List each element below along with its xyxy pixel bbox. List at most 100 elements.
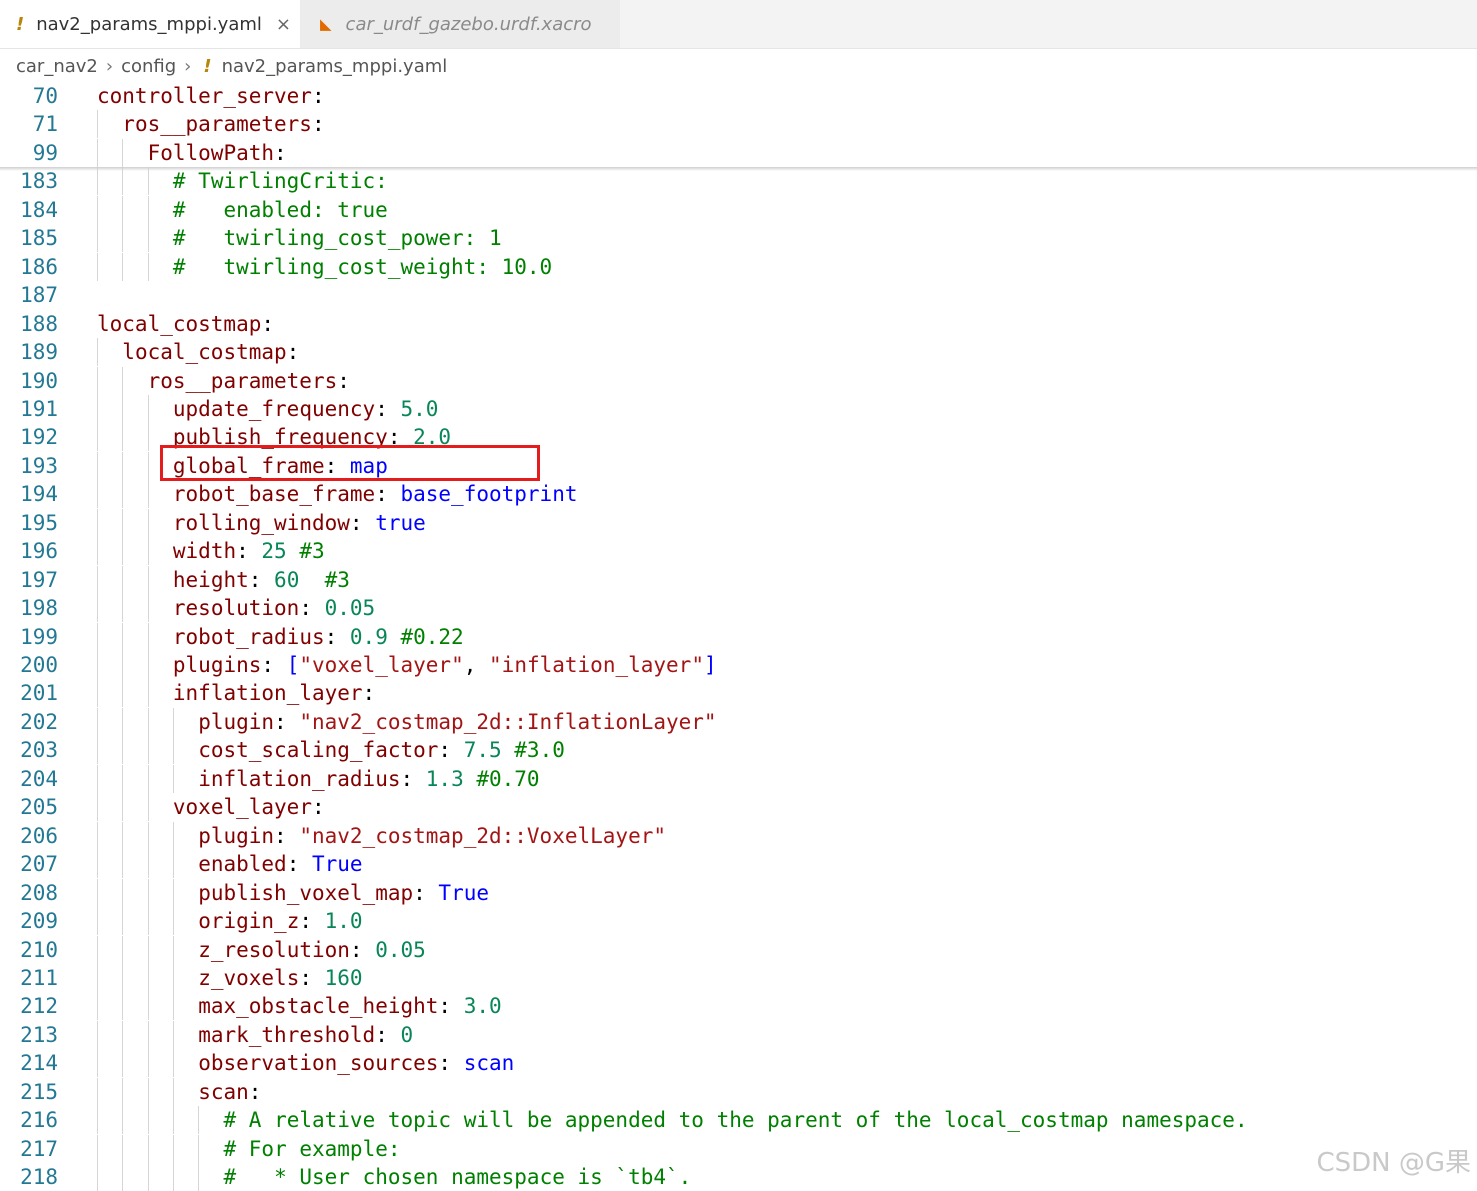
- code-line[interactable]: 188 local_costmap:: [0, 310, 1477, 338]
- line-number: 188: [20, 311, 58, 336]
- code-token: ros__parameters: [147, 368, 338, 393]
- line-number: 198: [20, 596, 58, 621]
- code-line[interactable]: 206 plugin: "nav2_costmap_2d::VoxelLayer": [0, 821, 1477, 850]
- breadcrumb-item[interactable]: config: [121, 56, 176, 77]
- code-token: local_costmap: [122, 340, 287, 365]
- code-line[interactable]: 198 resolution: 0.05: [0, 594, 1477, 623]
- breadcrumb-item[interactable]: nav2_params_mppi.yaml: [222, 56, 448, 77]
- close-icon[interactable]: ×: [276, 14, 291, 35]
- code-line[interactable]: 201 inflation_layer:: [0, 679, 1477, 708]
- code-line[interactable]: 194 robot_base_frame: base_footprint: [0, 480, 1477, 509]
- code-text: # A relative topic will be appended to t…: [224, 1106, 1248, 1134]
- code-line[interactable]: 71 ros__parameters:: [0, 110, 1477, 139]
- indent-guide: [97, 110, 98, 139]
- code-line[interactable]: 205 voxel_layer:: [0, 793, 1477, 822]
- code-text: inflation_layer:: [173, 679, 375, 707]
- code-line[interactable]: 207 enabled: True: [0, 850, 1477, 879]
- code-line[interactable]: 214 observation_sources: scan: [0, 1049, 1477, 1078]
- breadcrumb-item[interactable]: car_nav2: [16, 56, 98, 77]
- indent-guide: [97, 622, 98, 651]
- indent-guide: [122, 195, 124, 224]
- code-token: :: [236, 539, 262, 564]
- code-token: :: [311, 795, 325, 820]
- code-text: # * User chosen namespace is `tb4`.: [224, 1163, 692, 1191]
- code-token: 60: [274, 567, 300, 592]
- code-text: rolling_window: true: [173, 509, 426, 537]
- code-line[interactable]: 185 # twirling_cost_power: 1: [0, 224, 1477, 253]
- code-line[interactable]: 218 # * User chosen namespace is `tb4`.: [0, 1163, 1477, 1191]
- code-line[interactable]: 189 local_costmap:: [0, 338, 1477, 367]
- code-line[interactable]: 204 inflation_radius: 1.3 #0.70: [0, 764, 1477, 793]
- indent-guide: [97, 1077, 98, 1106]
- indent-guide: [97, 480, 98, 509]
- code-line[interactable]: 200 plugins: ["voxel_layer", "inflation_l…: [0, 651, 1477, 679]
- line-number: 206: [20, 823, 58, 848]
- code-text: resolution: 0.05: [173, 594, 375, 622]
- code-line[interactable]: 186 # twirling_cost_weight: 10.0: [0, 252, 1477, 281]
- indent-guide: [122, 394, 124, 423]
- code-line[interactable]: 184 # enabled: true: [0, 195, 1477, 224]
- code-line[interactable]: 99 FollowPath:: [0, 138, 1477, 167]
- indent-guide: [147, 1020, 149, 1049]
- line-number: 191: [20, 396, 58, 421]
- code-line[interactable]: 199 robot_radius: 0.9 #0.22: [0, 622, 1477, 651]
- code-line[interactable]: 196 width: 25 #3: [0, 537, 1477, 566]
- indent-guide: [147, 508, 149, 537]
- indent-guide: [97, 878, 98, 907]
- indent-guide: [97, 992, 98, 1021]
- code-token: 0.05: [324, 596, 376, 621]
- tab-label: car_urdf_gazebo.urdf.xacro: [345, 13, 592, 35]
- code-text: publish_voxel_map: True: [198, 879, 489, 907]
- code-line[interactable]: 203 cost_scaling_factor: 7.5 #3.0: [0, 736, 1477, 765]
- code-text: robot_radius: 0.9 #0.22: [173, 623, 464, 651]
- tab-urdf-xacro[interactable]: ◣ car_urdf_gazebo.urdf.xacro: [300, 0, 620, 48]
- indent-guide: [172, 1049, 174, 1078]
- code-line[interactable]: 183 # TwirlingCritic:: [0, 167, 1477, 196]
- indent-guide: [122, 1106, 124, 1135]
- indent-guide: [122, 508, 124, 537]
- line-number: 195: [20, 510, 58, 535]
- code-text: plugins: ["voxel_layer", "inflation_laye…: [173, 651, 717, 679]
- code-line[interactable]: 216 # A relative topic will be appended t…: [0, 1106, 1477, 1135]
- code-text: inflation_radius: 1.3 #0.70: [198, 765, 539, 793]
- code-line[interactable]: 210 z_resolution: 0.05: [0, 935, 1477, 964]
- code-token: True: [312, 852, 363, 877]
- code-line[interactable]: 197 height: 60 #3: [0, 565, 1477, 594]
- code-editor[interactable]: 70 controller_server: 71 ros__parameters: 99…: [0, 82, 1477, 1191]
- code-line[interactable]: 215 scan:: [0, 1077, 1477, 1106]
- code-line[interactable]: 191 update_frequency: 5.0: [0, 394, 1477, 423]
- indent-guide: [97, 508, 98, 537]
- code-token: z_resolution: [198, 937, 350, 962]
- code-line[interactable]: 209 origin_z: 1.0: [0, 907, 1477, 936]
- code-token: local_costmap: [97, 311, 262, 336]
- code-line[interactable]: 211 z_voxels: 160: [0, 963, 1477, 992]
- indent-guide: [147, 167, 149, 196]
- code-line[interactable]: 213 mark_threshold: 0: [0, 1020, 1477, 1049]
- code-token: :: [261, 653, 287, 677]
- code-line[interactable]: 217 # For example:: [0, 1134, 1477, 1163]
- line-number: 192: [20, 425, 58, 450]
- indent-guide: [97, 451, 98, 480]
- indent-guide: [97, 793, 98, 822]
- code-token: # * User chosen namespace is `tb4`.: [223, 1165, 692, 1190]
- indent-guide: [97, 1020, 98, 1049]
- code-text: width: 25 #3: [173, 537, 325, 565]
- code-line[interactable]: 202 plugin: "nav2_costmap_2d::InflationLa…: [0, 707, 1477, 736]
- indent-guide: [147, 736, 149, 765]
- code-line[interactable]: 212 max_obstacle_height: 3.0: [0, 992, 1477, 1021]
- code-token: # TwirlingCritic:: [172, 169, 388, 194]
- code-token: ]: [703, 653, 717, 677]
- code-token: :: [375, 396, 401, 421]
- code-token: voxel_layer: [172, 795, 312, 820]
- indent-guide: [198, 1163, 200, 1191]
- indent-guide: [122, 935, 124, 964]
- tab-nav2-params[interactable]: ! nav2_params_mppi.yaml ×: [0, 0, 300, 48]
- line-number: 196: [20, 539, 58, 564]
- code-line[interactable]: 70 controller_server:: [0, 82, 1477, 110]
- code-line[interactable]: 208 publish_voxel_map: True: [0, 878, 1477, 907]
- code-line[interactable]: 190 ros__parameters:: [0, 366, 1477, 395]
- code-line[interactable]: 187: [0, 281, 1477, 309]
- line-number: 183: [20, 169, 58, 194]
- code-line[interactable]: 195 rolling_window: true: [0, 508, 1477, 537]
- indent-guide: [97, 707, 98, 736]
